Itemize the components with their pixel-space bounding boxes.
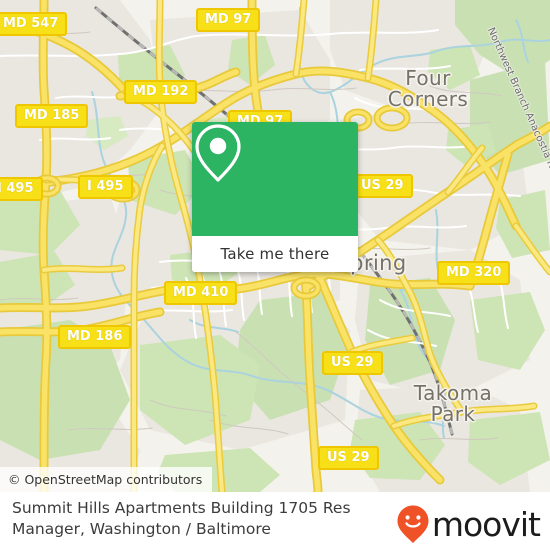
footer-bar: Summit Hills Apartments Building 1705 Re… bbox=[0, 492, 550, 550]
moovit-wordmark: moovit bbox=[431, 504, 541, 544]
shield-md-410: MD 410 bbox=[164, 281, 238, 305]
shield-md-547: MD 547 bbox=[0, 12, 68, 36]
moovit-pin-icon bbox=[397, 505, 429, 543]
card-pin-area bbox=[192, 122, 358, 236]
shield-i-495: I 495 bbox=[78, 175, 133, 199]
shield-md-186: MD 186 bbox=[58, 325, 132, 349]
shield-md-192: MD 192 bbox=[124, 80, 198, 104]
shield-md-320: MD 320 bbox=[437, 261, 511, 285]
map-pin-icon bbox=[195, 124, 241, 182]
shield-us-29-north: US 29 bbox=[352, 174, 413, 198]
shield-i-495-west: I 495 bbox=[0, 177, 43, 201]
location-title: Summit Hills Apartments Building 1705 Re… bbox=[12, 499, 351, 538]
map-canvas[interactable]: .resid{fill:#eae6e0;} .park{fill:#cde4b4… bbox=[0, 0, 550, 492]
shield-md-185: MD 185 bbox=[15, 104, 89, 128]
osm-attribution[interactable]: © OpenStreetMap contributors bbox=[0, 467, 213, 492]
shield-us-29-south: US 29 bbox=[318, 446, 379, 470]
take-me-there-button[interactable]: Take me there bbox=[192, 236, 358, 272]
shield-us-29-mid: US 29 bbox=[322, 351, 383, 375]
location-info-card[interactable]: Take me there bbox=[192, 122, 358, 272]
shield-md-97-north: MD 97 bbox=[196, 8, 261, 32]
moovit-logo[interactable]: moovit bbox=[396, 504, 541, 544]
map-screenshot: .resid{fill:#eae6e0;} .park{fill:#cde4b4… bbox=[0, 0, 550, 550]
